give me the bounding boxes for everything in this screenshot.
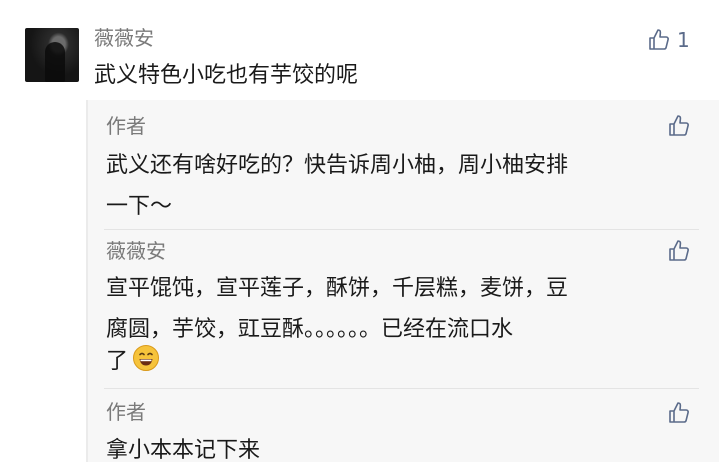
reply-text-line: 拿小本本记下来 [106,438,261,462]
reply-text-line: 腐圆，芋饺，豇豆酥。。。。。。已经在流口水 [106,317,514,342]
reply-text-line: 了 [106,349,129,374]
reply-author[interactable]: 薇薇安 [106,238,166,264]
reply-text-line: 一下～ [106,194,173,219]
reply-author[interactable]: 作者 [106,113,146,139]
like-count: 1 [677,28,690,52]
thumbs-up-icon [669,402,689,423]
reply-author[interactable]: 作者 [106,399,146,425]
divider [104,388,699,389]
like-button[interactable] [667,401,691,425]
grinning-face-icon [133,345,160,371]
thumbs-up-icon [669,115,689,136]
thumbs-up-icon [669,240,689,261]
reply-text-line: 武义还有啥好吃的？快告诉周小柚，周小柚安排 [106,153,569,178]
comment-text: 武义特色小吃也有芋饺的呢 [94,63,359,88]
thumbs-up-icon [649,29,669,50]
like-button[interactable]: 1 [647,28,690,52]
like-button[interactable] [667,239,691,263]
like-button[interactable] [667,114,691,138]
reply-text-line-with-emoji: 了 [106,341,160,382]
divider [104,229,699,230]
avatar[interactable] [25,28,79,82]
reply-text-line: 宣平馄饨，宣平莲子，酥饼，千层糕，麦饼，豆 [106,276,569,301]
comment-author[interactable]: 薇薇安 [94,25,154,51]
